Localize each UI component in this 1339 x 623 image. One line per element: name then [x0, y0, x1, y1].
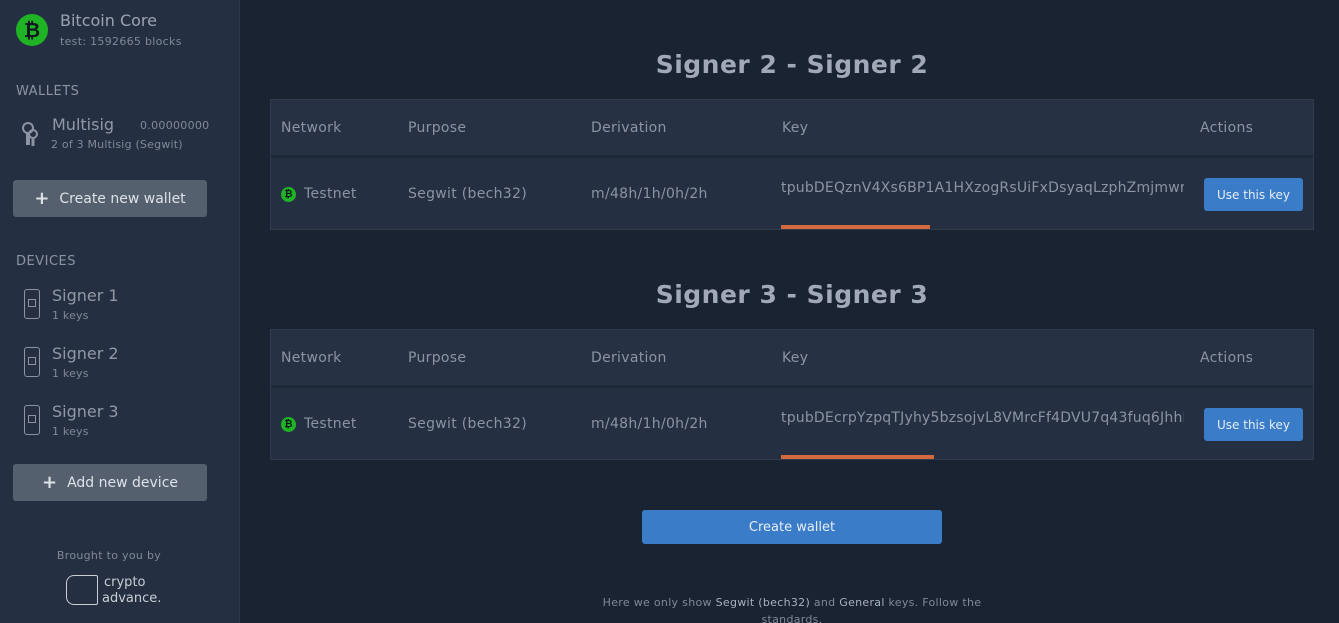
purpose-cell: Segwit (bech32) [408, 186, 527, 202]
bitcoin-logo-icon: ₿ [16, 14, 48, 46]
header-network: Network [281, 120, 342, 136]
xpub-key-cell[interactable]: tpubDEcrpYzpqTJyhy5bzsojvL8VMrcFf4DVU7q4… [781, 410, 1184, 426]
wallet-name: Multisig [52, 115, 115, 134]
footnote-segwit: Segwit (bech32) [715, 596, 811, 609]
plus-icon: + [34, 187, 50, 209]
signer-title: Signer 2 - Signer 2 [655, 50, 929, 79]
footnote-general: General [839, 596, 885, 609]
add-new-device-button[interactable]: + Add new device [13, 464, 207, 501]
add-new-device-label: Add new device [67, 474, 179, 491]
header-key: Key [782, 350, 809, 366]
hardware-device-icon [24, 405, 40, 435]
brought-to-you-by: Brought to you by [56, 549, 162, 562]
wallet-item-multisig[interactable]: Multisig 0.00000000 2 of 3 Multisig (Seg… [16, 113, 216, 157]
crypto-advance-logo[interactable]: crypto advance. [66, 573, 166, 607]
logo-text-line1: crypto [104, 575, 146, 590]
wallets-section-label: WALLETS [16, 84, 80, 99]
header-actions: Actions [1200, 120, 1254, 136]
device-item-signer-1[interactable]: Signer 1 1 keys [22, 286, 222, 330]
devices-section-label: DEVICES [16, 254, 76, 269]
purpose-cell: Segwit (bech32) [408, 416, 527, 432]
signer-key-table: Network Purpose Derivation Key Actions ₿… [270, 329, 1314, 460]
footnote-and: and [813, 596, 836, 609]
bitcoin-testnet-icon: ₿ [281, 187, 296, 202]
network-cell: Testnet [304, 416, 357, 432]
header-actions: Actions [1200, 350, 1254, 366]
network-cell: Testnet [304, 186, 357, 202]
device-name: Signer 2 [52, 344, 119, 363]
table-header: Network Purpose Derivation Key Actions [271, 100, 1313, 158]
header-derivation: Derivation [591, 350, 667, 366]
device-keys-count: 1 keys [52, 309, 89, 322]
wallet-type: 2 of 3 Multisig (Segwit) [51, 138, 183, 151]
device-keys-count: 1 keys [52, 367, 89, 380]
plus-icon: + [41, 471, 58, 493]
derivation-cell: m/48h/1h/0h/2h [591, 186, 708, 202]
header-purpose: Purpose [408, 120, 467, 136]
brand-text: Bitcoin Core test: 1592665 blocks [60, 11, 182, 49]
use-this-key-button[interactable]: Use this key [1204, 178, 1303, 211]
app-title: Bitcoin Core [60, 11, 157, 30]
derivation-cell: m/48h/1h/0h/2h [591, 416, 708, 432]
signer-title: Signer 3 - Signer 3 [655, 280, 929, 309]
logo-text-line2: advance. [102, 591, 162, 606]
chain-status: test: 1592665 blocks [60, 35, 182, 48]
table-header: Network Purpose Derivation Key Actions [271, 330, 1313, 388]
create-wallet-button[interactable]: Create wallet [642, 510, 942, 544]
crypto-advance-logo-icon [66, 575, 98, 605]
use-this-key-button[interactable]: Use this key [1204, 408, 1303, 441]
key-pair-icon [22, 122, 38, 146]
key-scroll-indicator[interactable] [781, 455, 934, 459]
signer-key-table: Network Purpose Derivation Key Actions ₿… [270, 99, 1314, 230]
device-item-signer-3[interactable]: Signer 3 1 keys [22, 402, 222, 446]
header-key: Key [782, 120, 809, 136]
bitcoin-testnet-icon: ₿ [281, 417, 296, 432]
brand[interactable]: ₿ Bitcoin Core test: 1592665 blocks [16, 12, 182, 48]
device-keys-count: 1 keys [52, 425, 89, 438]
sidebar: ₿ Bitcoin Core test: 1592665 blocks WALL… [0, 0, 240, 623]
hardware-device-icon [24, 347, 40, 377]
create-new-wallet-label: Create new wallet [59, 190, 186, 207]
header-network: Network [281, 350, 342, 366]
wallet-balance: 0.00000000 [140, 119, 210, 132]
xpub-key-cell[interactable]: tpubDEQznV4Xs6BP1A1HXzogRsUiFxDsyaqLzphZ… [781, 180, 1184, 196]
footnote: Here we only show Segwit (bech32) and Ge… [600, 594, 984, 623]
header-derivation: Derivation [591, 120, 667, 136]
device-item-signer-2[interactable]: Signer 2 1 keys [22, 344, 222, 388]
hardware-device-icon [24, 289, 40, 319]
header-purpose: Purpose [408, 350, 467, 366]
device-name: Signer 1 [52, 286, 119, 305]
create-new-wallet-button[interactable]: + Create new wallet [13, 180, 207, 217]
key-scroll-indicator[interactable] [781, 225, 930, 229]
device-name: Signer 3 [52, 402, 119, 421]
footnote-prefix: Here we only show [602, 596, 712, 609]
